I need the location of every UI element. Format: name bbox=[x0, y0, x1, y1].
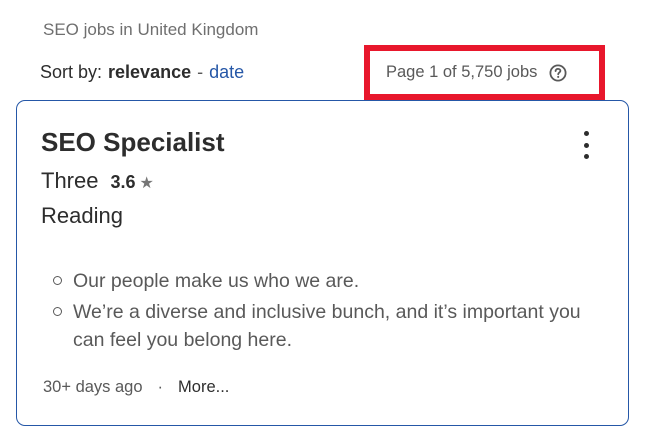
company-rating: 3.6 bbox=[110, 172, 136, 192]
more-link[interactable]: More... bbox=[178, 378, 229, 397]
star-icon: ★ bbox=[139, 175, 154, 192]
company-row: Three 3.6 ★ bbox=[41, 168, 154, 194]
job-location: Reading bbox=[41, 203, 123, 228]
company-name: Three bbox=[41, 168, 99, 193]
job-title[interactable]: SEO Specialist bbox=[41, 127, 225, 158]
bullet-icon bbox=[53, 307, 62, 316]
kebab-dot bbox=[583, 154, 589, 159]
page-count-highlight: Page 1 of 5,750 jobs bbox=[364, 45, 605, 100]
sort-by-date-link[interactable]: date bbox=[209, 62, 244, 83]
more-options-icon[interactable] bbox=[582, 131, 590, 159]
job-snippet: Our people make us who we are. We’re a d… bbox=[41, 267, 601, 354]
page-count: Page 1 of 5,750 jobs bbox=[386, 63, 538, 81]
sort-current: relevance bbox=[108, 62, 192, 82]
snippet-text: We’re a diverse and inclusive bunch, and… bbox=[73, 301, 581, 351]
sort-bar: Sort by: relevance - date bbox=[40, 62, 244, 83]
search-results-page: SEO jobs in United Kingdom Sort by: rele… bbox=[0, 0, 647, 442]
job-card-footer: 30+ days ago · More... bbox=[43, 378, 229, 397]
snippet-item: We’re a diverse and inclusive bunch, and… bbox=[41, 298, 601, 354]
posted-date: 30+ days ago bbox=[43, 378, 143, 396]
snippet-text: Our people make us who we are. bbox=[73, 270, 360, 292]
kebab-dot bbox=[583, 142, 589, 148]
job-card[interactable]: SEO Specialist Three 3.6 ★ Reading Our p… bbox=[16, 100, 629, 426]
snippet-item: Our people make us who we are. bbox=[41, 267, 601, 295]
kebab-dot bbox=[583, 131, 589, 136]
breadcrumb: SEO jobs in United Kingdom bbox=[43, 20, 259, 39]
bullet-icon bbox=[53, 276, 62, 285]
sort-label: Sort by: bbox=[40, 62, 103, 82]
sort-separator: - bbox=[197, 62, 204, 82]
footer-separator: · bbox=[157, 378, 164, 396]
help-icon[interactable] bbox=[549, 64, 567, 82]
